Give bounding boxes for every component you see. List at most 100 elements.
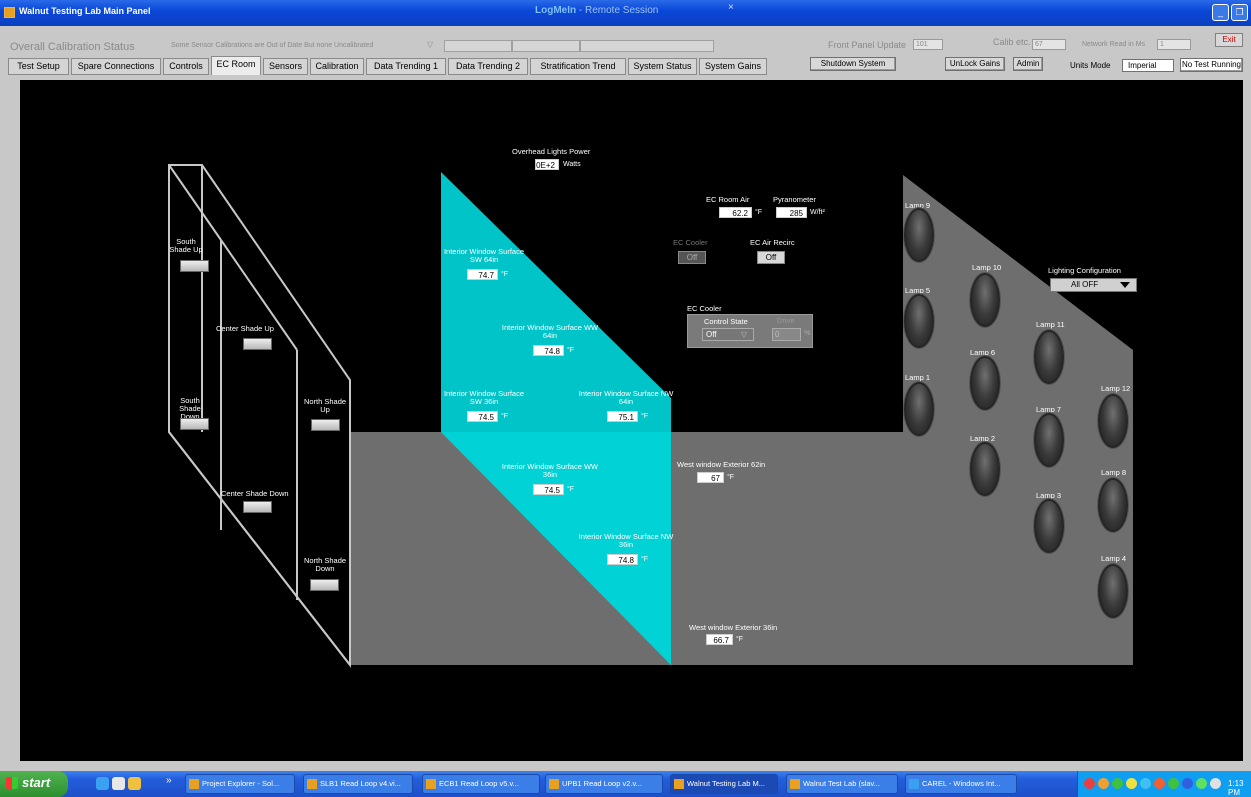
- lamp-1-label: Lamp 1: [905, 373, 931, 382]
- south-shade-down-button[interactable]: [180, 418, 209, 430]
- ec-cooler-group-label: EC Cooler: [687, 304, 722, 313]
- taskbar-item-project-explorer[interactable]: Project Explorer - Sol...: [185, 774, 295, 794]
- ec-cooler-toggle[interactable]: Off: [678, 251, 706, 264]
- session-close-icon[interactable]: ×: [728, 2, 734, 13]
- sw36-label: Interior Window Surface SW 36in: [443, 389, 525, 406]
- tab-spare-connections[interactable]: Spare Connections: [71, 58, 161, 75]
- shutdown-system-button[interactable]: Shutdown System: [810, 57, 896, 71]
- tab-ec-room[interactable]: EC Room: [211, 56, 261, 75]
- front-panel-label: Front Panel Update: [828, 40, 907, 50]
- lamp-10[interactable]: [970, 273, 1000, 327]
- taskbar-item-carel[interactable]: CAREL - Windows Int...: [905, 774, 1017, 794]
- calibration-bar-3: [580, 40, 714, 52]
- quicklaunch-chevron-icon[interactable]: »: [166, 775, 172, 786]
- labview-icon: [189, 779, 199, 789]
- lamp-1[interactable]: [904, 382, 934, 436]
- lamp-6[interactable]: [970, 356, 1000, 410]
- lamp-2[interactable]: [970, 442, 1000, 496]
- drive-label: Drive: [777, 316, 795, 325]
- ec-room-air-unit: °F: [755, 209, 763, 216]
- window-title: Walnut Testing Lab Main Panel: [19, 6, 151, 16]
- nw36-unit: °F: [641, 556, 649, 563]
- tray-icon-8[interactable]: [1182, 778, 1193, 789]
- pyranometer-value: 285: [776, 207, 807, 218]
- tray-icon-2[interactable]: [1098, 778, 1109, 789]
- tab-data-trending-1[interactable]: Data Trending 1: [366, 58, 446, 75]
- calib-label: Calib etc.: [993, 37, 1031, 47]
- south-shade-up-button[interactable]: [180, 260, 209, 272]
- west62-unit: °F: [727, 474, 735, 481]
- network-value: 1: [1157, 39, 1191, 50]
- ec-room-air-label: EC Room Air: [706, 195, 750, 204]
- minimize-icon[interactable]: _: [1212, 4, 1229, 21]
- restore-icon[interactable]: ❐: [1231, 4, 1248, 21]
- tray-icon-6[interactable]: [1154, 778, 1165, 789]
- tray-icon-10[interactable]: [1210, 778, 1221, 789]
- tray-icon-9[interactable]: [1196, 778, 1207, 789]
- tab-calibration[interactable]: Calibration: [310, 58, 364, 75]
- unlock-gains-button[interactable]: UnLock Gains: [945, 57, 1005, 71]
- tray-icon-4[interactable]: [1126, 778, 1137, 789]
- lighting-config-select[interactable]: All OFF: [1050, 278, 1137, 292]
- lamp-9[interactable]: [904, 208, 934, 262]
- taskbar-item-label: CAREL - Windows Int...: [922, 779, 1001, 788]
- exit-button[interactable]: Exit: [1215, 33, 1243, 47]
- lamp-8[interactable]: [1098, 478, 1128, 532]
- start-label: start: [22, 775, 51, 790]
- control-state-dropdown-icon: ▽: [740, 330, 747, 339]
- lamp-12[interactable]: [1098, 394, 1128, 448]
- center-shade-down-button[interactable]: [243, 501, 272, 513]
- lighting-config-label: Lighting Configuration: [1048, 266, 1121, 275]
- tab-system-status[interactable]: System Status: [628, 58, 697, 75]
- desktop-icon[interactable]: [112, 777, 125, 790]
- tray-icon-5[interactable]: [1140, 778, 1151, 789]
- folder-icon[interactable]: [128, 777, 141, 790]
- center-shade-up-button[interactable]: [243, 338, 272, 350]
- tab-controls[interactable]: Controls: [163, 58, 209, 75]
- sw36-value: 74.5: [467, 411, 498, 422]
- north-shade-down-button[interactable]: [310, 579, 339, 591]
- ec-air-recirc-toggle[interactable]: Off: [757, 251, 785, 264]
- app-icon: [4, 7, 15, 18]
- lamp-5[interactable]: [904, 294, 934, 348]
- lamp-3[interactable]: [1034, 499, 1064, 553]
- lamp-11[interactable]: [1034, 330, 1064, 384]
- drive-unit: %: [804, 330, 811, 337]
- drive-value: 0: [772, 328, 801, 341]
- tray-icon-7[interactable]: [1168, 778, 1179, 789]
- ie-icon[interactable]: [96, 777, 109, 790]
- windows-flag-icon: [6, 777, 18, 789]
- labview-icon: [790, 779, 800, 789]
- taskbar-item-ecb1[interactable]: ECB1 Read Loop v5.v...: [422, 774, 540, 794]
- tray-icon-1[interactable]: [1084, 778, 1095, 789]
- system-tray: 1:13 PM: [1077, 771, 1251, 797]
- tab-data-trending-2[interactable]: Data Trending 2: [448, 58, 528, 75]
- taskbar-item-upb1[interactable]: UPB1 Read Loop v2.v...: [545, 774, 663, 794]
- taskbar-item-slb1[interactable]: SLB1 Read Loop v4.vi...: [303, 774, 413, 794]
- calibration-dropdown-icon[interactable]: ▽: [427, 40, 433, 49]
- taskbar-item-walnut-slave[interactable]: Walnut Test Lab (slav...: [786, 774, 898, 794]
- west62-label: West window Exterior 62in: [677, 460, 766, 469]
- admin-button[interactable]: Admin: [1013, 57, 1043, 71]
- tab-sensors[interactable]: Sensors: [263, 58, 308, 75]
- control-state-select[interactable]: Off ▽: [702, 328, 754, 341]
- center-shade-up-label: Center Shade Up: [216, 324, 274, 333]
- north-shade-up-button[interactable]: [311, 419, 340, 431]
- north-shade-up-label: North Shade Up: [303, 397, 347, 414]
- units-mode-select[interactable]: Imperial: [1122, 59, 1174, 72]
- ec-cooler-label: EC Cooler: [673, 238, 708, 247]
- sw36-unit: °F: [501, 413, 509, 420]
- taskbar-item-label: SLB1 Read Loop v4.vi...: [320, 779, 401, 788]
- tab-system-gains[interactable]: System Gains: [699, 58, 767, 75]
- pyranometer-unit: W/ft²: [810, 209, 825, 216]
- lamp-7[interactable]: [1034, 413, 1064, 467]
- tab-stratification-trend[interactable]: Stratification Trend: [530, 58, 626, 75]
- nw64-label: Interior Window Surface NW 64in: [578, 389, 674, 406]
- tray-icon-3[interactable]: [1112, 778, 1123, 789]
- taskbar-item-walnut-main[interactable]: Walnut Testing Lab M...: [670, 774, 778, 794]
- sw64-unit: °F: [501, 271, 509, 278]
- tab-test-setup[interactable]: Test Setup: [8, 58, 69, 75]
- lamp-4[interactable]: [1098, 564, 1128, 618]
- lamp-12-label: Lamp 12: [1101, 384, 1131, 393]
- start-button[interactable]: start: [0, 771, 68, 797]
